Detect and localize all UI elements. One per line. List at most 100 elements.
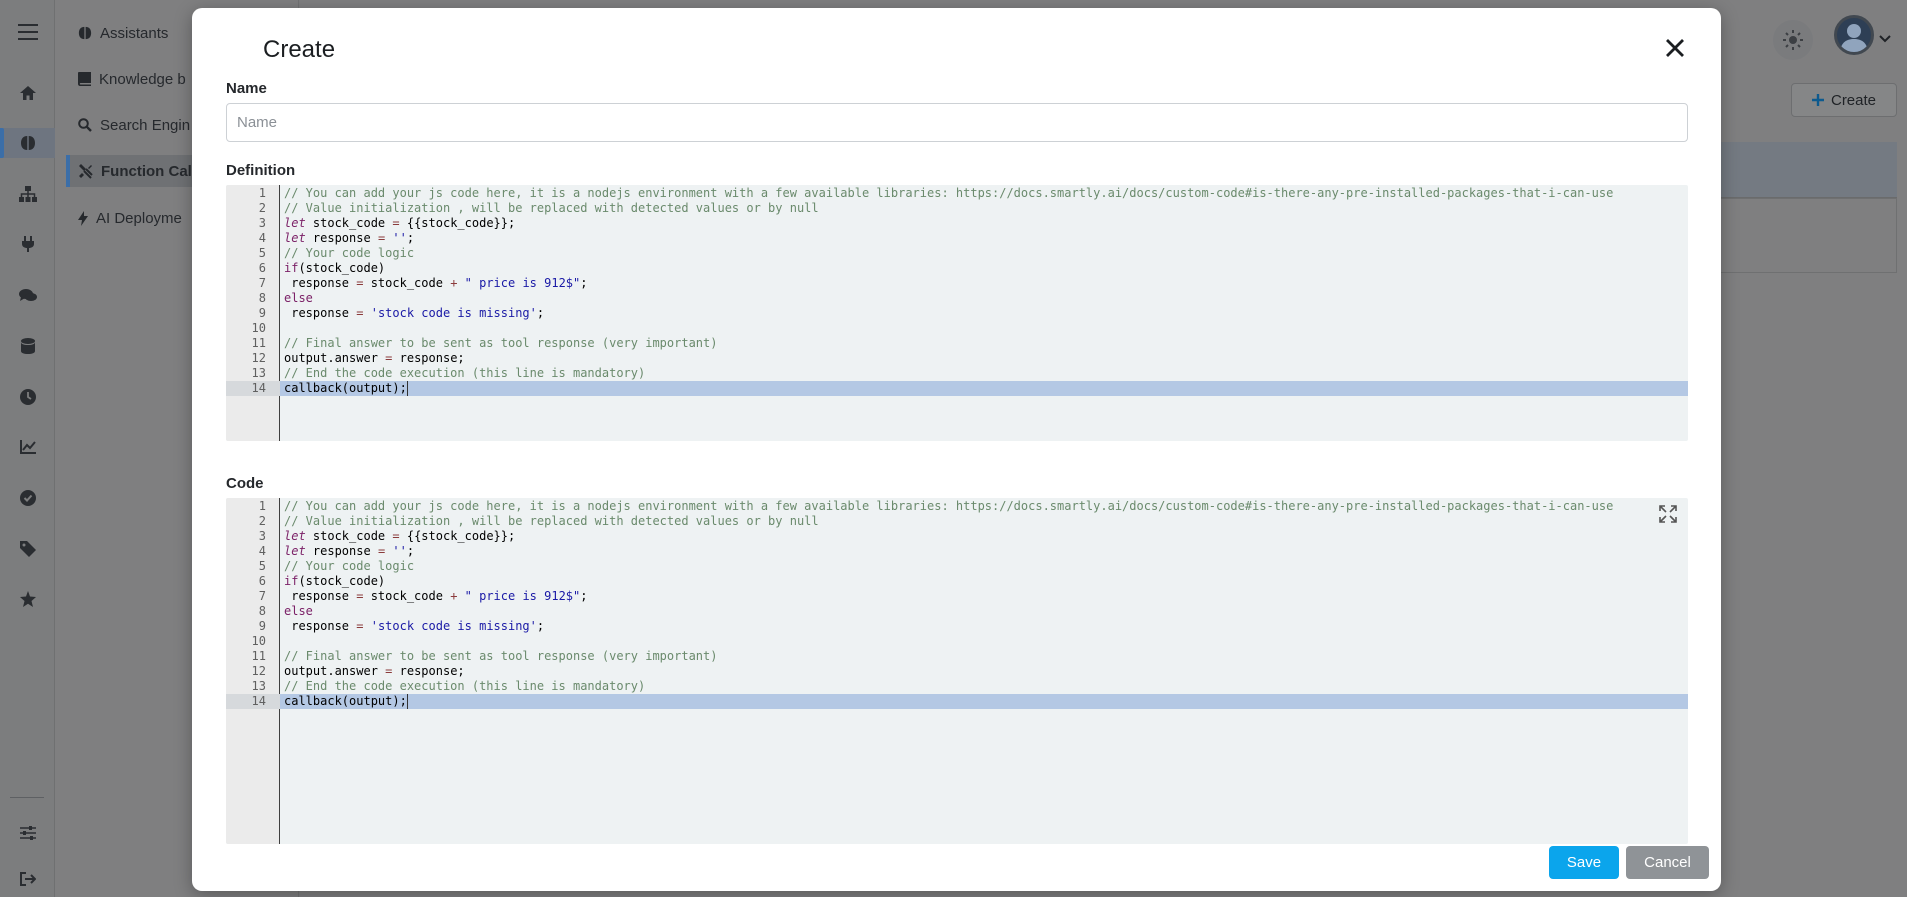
code-line: 9 response = 'stock code is missing'; — [226, 306, 1688, 321]
logout-icon[interactable] — [0, 864, 55, 894]
plug-icon[interactable] — [0, 229, 55, 259]
code-line: 7 response = stock_code + " price is 912… — [226, 276, 1688, 291]
code-line: 2 // Value initialization , will be repla… — [226, 514, 1688, 529]
code-line: 10 — [226, 321, 1688, 336]
code-line: 11 // Final answer to be sent as tool res… — [226, 336, 1688, 351]
code-text: let response = ''; — [284, 544, 415, 558]
code-line: 4 let response = ''; — [226, 231, 1688, 246]
code-line: 3 let stock_code = {{stock_code}}; — [226, 216, 1688, 231]
icon-rail — [0, 0, 55, 897]
code-line: 6 if(stock_code) — [226, 574, 1688, 589]
theme-toggle-button[interactable] — [1773, 20, 1813, 60]
code-text: // Final answer to be sent as tool respo… — [284, 336, 718, 350]
comments-icon[interactable] — [0, 280, 55, 310]
code-text: let response = ''; — [284, 231, 415, 245]
code-line: 11 // Final answer to be sent as tool res… — [226, 649, 1688, 664]
line-number: 3 — [258, 529, 266, 543]
line-number: 2 — [258, 201, 266, 215]
line-number: 8 — [258, 604, 266, 618]
code-line: 5 // Your code logic — [226, 559, 1688, 574]
bolt-icon — [78, 210, 88, 226]
code-line: 8 else — [226, 604, 1688, 619]
code-text: output.answer = response; — [284, 664, 465, 678]
brain-icon — [78, 26, 92, 40]
line-number: 6 — [258, 261, 266, 275]
close-icon — [1666, 39, 1684, 57]
name-label: Name — [226, 80, 267, 97]
home-icon[interactable] — [0, 78, 55, 108]
expand-icon[interactable] — [1658, 504, 1678, 524]
code-line: 12 output.answer = response; — [226, 664, 1688, 679]
code-line: 4 let response = ''; — [226, 544, 1688, 559]
line-number: 10 — [251, 634, 266, 648]
close-button[interactable] — [1660, 33, 1690, 63]
code-text: response = 'stock code is missing'; — [284, 619, 545, 633]
line-number: 10 — [251, 321, 266, 335]
code-text: output.answer = response; — [284, 351, 465, 365]
line-number: 1 — [258, 499, 266, 513]
code-line: 10 — [226, 634, 1688, 649]
modal-title: Create — [263, 36, 336, 63]
create-modal: Create Name Definition 1 // You can add y… — [192, 8, 1721, 891]
code-text: let stock_code = {{stock_code}}; — [284, 529, 516, 543]
brain-icon[interactable] — [0, 128, 55, 158]
save-button[interactable]: Save — [1549, 846, 1619, 879]
line-number: 1 — [258, 186, 266, 200]
clock-icon[interactable] — [0, 382, 55, 412]
name-input[interactable] — [226, 103, 1688, 142]
code-line: 5 // Your code logic — [226, 246, 1688, 261]
rail-divider — [10, 797, 44, 798]
database-icon[interactable] — [0, 331, 55, 361]
line-number: 11 — [251, 649, 266, 663]
avatar[interactable] — [1834, 15, 1874, 55]
line-number: 14 — [226, 694, 280, 709]
background-create-button[interactable]: Create — [1791, 83, 1897, 117]
code-line: 7 response = stock_code + " price is 912… — [226, 589, 1688, 604]
code-text: // End the code execution (this line is … — [284, 366, 646, 380]
code-text: // Your code logic — [284, 559, 415, 573]
code-text: // Value initialization , will be replac… — [284, 514, 819, 528]
menu-icon[interactable] — [0, 17, 55, 47]
code-line: 13 // End the code execution (this line i… — [226, 366, 1688, 381]
code-text: response = stock_code + " price is 912$"… — [284, 276, 588, 290]
code-text: // You can add your js code here, it is … — [284, 186, 1614, 200]
line-number: 7 — [258, 276, 266, 290]
code-text: // Final answer to be sent as tool respo… — [284, 649, 718, 663]
line-number: 4 — [258, 544, 266, 558]
tag-icon[interactable] — [0, 534, 55, 564]
code-editor[interactable]: 1 // You can add your js code here, it is… — [226, 498, 1688, 844]
sitemap-icon[interactable] — [0, 179, 55, 209]
sun-icon — [1783, 30, 1803, 50]
background-table-row — [1721, 198, 1897, 273]
sliders-icon[interactable] — [0, 818, 55, 848]
code-text: // Your code logic — [284, 246, 415, 260]
line-number: 13 — [251, 366, 266, 380]
code-line: 1 // You can add your js code here, it is… — [226, 186, 1688, 201]
chevron-down-icon[interactable] — [1879, 30, 1891, 48]
line-number: 3 — [258, 216, 266, 230]
subnav-item-label: Assistants — [100, 24, 169, 42]
star-icon[interactable] — [0, 584, 55, 614]
code-text: if(stock_code) — [284, 574, 386, 588]
code-line: 14 callback(output); — [226, 694, 1688, 709]
code-text: response = 'stock code is missing'; — [284, 306, 545, 320]
book-icon — [78, 72, 91, 86]
line-number: 4 — [258, 231, 266, 245]
code-text: response = stock_code + " price is 912$"… — [284, 589, 588, 603]
code-text: else — [284, 604, 313, 618]
chart-line-icon[interactable] — [0, 432, 55, 462]
cancel-button[interactable]: Cancel — [1626, 846, 1709, 879]
code-lines: 1 // You can add your js code here, it is… — [226, 186, 1688, 396]
subnav-item-label: AI Deployme — [96, 209, 182, 227]
line-number: 6 — [258, 574, 266, 588]
definition-editor[interactable]: 1 // You can add your js code here, it is… — [226, 185, 1688, 441]
code-lines: 1 // You can add your js code here, it is… — [226, 499, 1688, 709]
code-line: 14 callback(output); — [226, 381, 1688, 396]
line-number: 12 — [251, 664, 266, 678]
code-text: callback(output); — [284, 381, 408, 396]
code-line: 2 // Value initialization , will be repla… — [226, 201, 1688, 216]
check-circle-icon[interactable] — [0, 483, 55, 513]
code-label: Code — [226, 475, 264, 492]
line-number: 2 — [258, 514, 266, 528]
code-text: else — [284, 291, 313, 305]
